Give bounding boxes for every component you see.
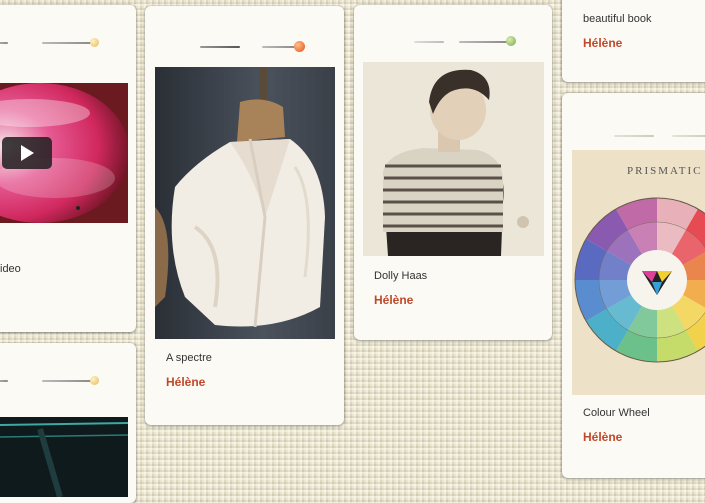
- pin-card-beautiful-book[interactable]: beautiful book Hélène: [562, 0, 705, 82]
- pin-author-link[interactable]: Hélène: [583, 36, 622, 50]
- pin-card-a-spectre[interactable]: A spectre Hélène: [145, 6, 344, 425]
- play-button[interactable]: [2, 137, 52, 169]
- pin-author-link[interactable]: Hélène: [166, 375, 205, 389]
- pin-caption: A spectre: [166, 352, 212, 364]
- pin-author-link[interactable]: Hélène: [583, 430, 622, 444]
- pin-card-video[interactable]: ideo: [0, 5, 136, 332]
- pin-card-colour-wheel[interactable]: PRISMATIC Colour Wheel Hélène: [562, 93, 705, 478]
- pin-card-lower-left[interactable]: [0, 343, 136, 503]
- pin-author-link[interactable]: Hélène: [374, 293, 413, 307]
- play-icon: [21, 145, 34, 161]
- pin-image-dress-form[interactable]: [155, 67, 335, 339]
- pin-caption: beautiful book: [583, 13, 652, 25]
- pin-image-colour-wheel[interactable]: PRISMATIC: [572, 150, 705, 395]
- colour-wheel-title: PRISMATIC: [627, 165, 702, 177]
- pin-image-dark[interactable]: [0, 417, 128, 497]
- pin-caption: Dolly Haas: [374, 270, 428, 282]
- pin-caption: ideo: [0, 263, 21, 275]
- pin-caption: Colour Wheel: [583, 407, 650, 419]
- pin-card-dolly-haas[interactable]: Dolly Haas Hélène: [354, 5, 552, 340]
- video-thumbnail[interactable]: [0, 83, 128, 223]
- pin-image-portrait[interactable]: [363, 62, 544, 256]
